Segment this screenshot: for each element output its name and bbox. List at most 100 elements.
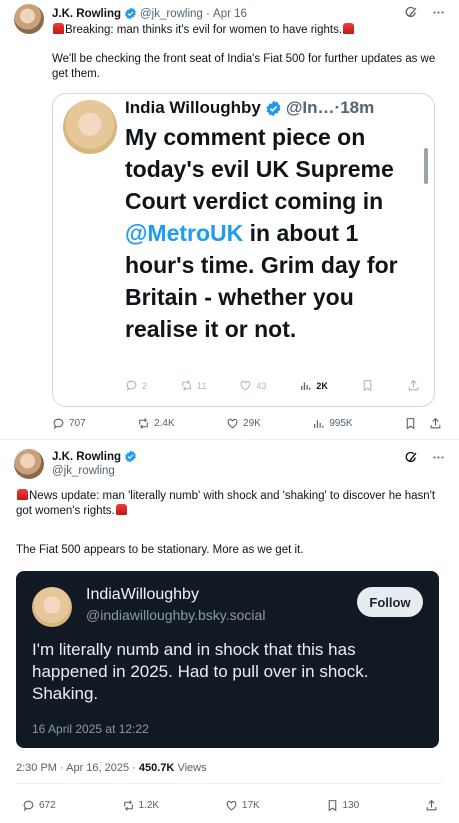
like-icon <box>227 418 238 429</box>
view-count: 995K <box>329 418 353 429</box>
quoted-views-button[interactable]: 2K <box>299 379 328 392</box>
author-name[interactable]: J.K. Rowling <box>52 8 121 20</box>
tweet-header: J.K. Rowling @jk_rowling · Apr 16 <box>52 7 247 20</box>
repost-icon <box>139 418 148 429</box>
author-handle[interactable]: @jk_rowling <box>140 8 203 20</box>
like-icon <box>226 800 237 811</box>
bookmark-icon[interactable] <box>404 417 417 430</box>
quoted-tweet-header: India Willoughby @In… · 18m <box>125 98 374 118</box>
bookmark-icon <box>328 800 336 812</box>
tweet-text-line-1: Breaking: man thinks it's evil for women… <box>52 23 355 38</box>
quoted-view-count: 2K <box>316 380 328 391</box>
tweet-text-line-2: We'll be checking the front seat of Indi… <box>52 53 436 80</box>
tweet-date[interactable]: Apr 16 <box>213 8 247 20</box>
embedded-post-date[interactable]: 16 April 2025 at 12:22 <box>32 722 149 736</box>
like-icon <box>241 380 251 391</box>
bookmark-button[interactable]: 130 <box>326 799 360 812</box>
views-label: Views <box>174 762 207 774</box>
siren-emoji-icon <box>17 489 28 500</box>
like-count: 17K <box>241 800 260 811</box>
follow-button[interactable]: Follow <box>357 587 423 617</box>
tweet-text: News update: man 'literally numb' with s… <box>16 490 436 517</box>
tweet-top-icons <box>405 451 445 467</box>
reply-icon <box>23 800 34 812</box>
grok-icon[interactable] <box>405 451 418 467</box>
author-avatar[interactable] <box>14 449 44 479</box>
tweet-meta: 2:30 PM · Apr 16, 2025 · 450.7K Views <box>16 762 207 774</box>
author-handle[interactable]: @jk_rowling <box>52 465 115 477</box>
share-icon <box>426 799 437 811</box>
bookmark-count: 130 <box>342 800 360 811</box>
reply-count: 672 <box>39 800 56 811</box>
bookmark-icon <box>363 380 372 392</box>
repost-button[interactable]: 2.4K <box>137 417 175 430</box>
siren-emoji-icon <box>343 23 355 34</box>
reply-icon <box>126 380 137 392</box>
quoted-reply-count: 2 <box>142 380 148 391</box>
tweet-actions: 672 1.2K 17K 130 <box>22 799 438 812</box>
repost-button[interactable]: 1.2K <box>122 799 160 812</box>
like-count: 29K <box>243 418 261 429</box>
quoted-author-handle[interactable]: @In… <box>286 98 335 118</box>
quoted-share-button[interactable] <box>407 379 420 392</box>
quoted-tweet-time[interactable]: 18m <box>340 98 374 118</box>
verified-badge-icon <box>124 7 137 20</box>
more-icon[interactable] <box>432 6 445 22</box>
tweet-text-line-2: The Fiat 500 appears to be stationary. M… <box>16 544 304 556</box>
dot-separator: · <box>202 7 214 20</box>
like-button[interactable]: 17K <box>225 799 260 812</box>
tweet-actions: 707 2.4K 29K 995K <box>52 417 442 430</box>
embedded-post-text: I'm literally numb and in shock that thi… <box>32 640 369 703</box>
share-icon[interactable] <box>429 417 442 430</box>
quoted-tweet-text: My comment piece on today's evil UK Supr… <box>125 121 430 345</box>
repost-icon <box>123 800 133 811</box>
quoted-reply-button[interactable]: 2 <box>125 379 147 392</box>
divider <box>16 783 443 784</box>
quoted-author-avatar[interactable] <box>63 100 117 154</box>
verified-badge-icon <box>265 100 282 117</box>
bookmark-share-group <box>404 417 442 430</box>
quoted-repost-button[interactable]: 11 <box>180 379 206 392</box>
verified-badge-icon <box>124 450 137 463</box>
tweet-text: Breaking: man thinks it's evil for women… <box>65 24 343 36</box>
views-icon <box>301 382 311 390</box>
reply-button[interactable]: 672 <box>22 799 56 812</box>
siren-emoji-icon <box>53 23 64 34</box>
embedded-post-card[interactable]: IndiaWilloughby @indiawilloughby.bsky.so… <box>16 571 439 748</box>
quoted-tweet-card[interactable]: India Willoughby @In… · 18m My comment p… <box>52 93 435 407</box>
quoted-tweet-actions: 2 11 43 2K <box>125 379 420 392</box>
views-button[interactable]: 995K <box>312 417 353 430</box>
share-icon <box>408 379 419 391</box>
tweet-1[interactable]: J.K. Rowling @jk_rowling · Apr 16 Breaki… <box>0 0 459 440</box>
author-avatar[interactable] <box>14 4 44 34</box>
repost-count: 1.2K <box>138 800 160 811</box>
quoted-repost-count: 11 <box>197 380 207 391</box>
grok-icon[interactable] <box>405 6 418 22</box>
quoted-author-name[interactable]: India Willoughby <box>125 98 261 118</box>
quoted-like-button[interactable]: 43 <box>239 379 266 392</box>
like-button[interactable]: 29K <box>226 417 261 430</box>
tweet-timestamp[interactable]: 2:30 PM · Apr 16, 2025 · <box>16 762 139 774</box>
author-name[interactable]: J.K. Rowling <box>52 451 121 463</box>
tweet-2[interactable]: J.K. Rowling @jk_rowling News update: ma… <box>0 441 459 823</box>
repost-count: 2.4K <box>154 418 175 429</box>
view-count: 450.7K <box>138 762 175 774</box>
scrollbar[interactable] <box>424 148 428 184</box>
views-icon <box>314 420 324 428</box>
more-icon[interactable] <box>432 451 445 467</box>
tweet-top-icons <box>405 6 445 22</box>
share-button[interactable] <box>425 799 438 812</box>
tweet-text-line-1: News update: man 'literally numb' with s… <box>16 489 436 519</box>
embedded-author-name[interactable]: IndiaWilloughby <box>86 586 199 604</box>
siren-emoji-icon <box>115 504 127 515</box>
embedded-author-avatar[interactable] <box>32 587 72 627</box>
embedded-author-handle[interactable]: @indiawilloughby.bsky.social <box>86 607 265 623</box>
quoted-bookmark-button[interactable] <box>361 379 374 392</box>
reply-button[interactable]: 707 <box>52 417 86 430</box>
reply-count: 707 <box>69 418 86 429</box>
repost-icon <box>182 380 191 391</box>
mention-link[interactable]: @MetroUK <box>125 220 243 246</box>
reply-icon <box>53 418 64 430</box>
quoted-like-count: 43 <box>256 380 267 391</box>
quoted-text-start: My comment piece on today's evil UK Supr… <box>125 124 394 214</box>
